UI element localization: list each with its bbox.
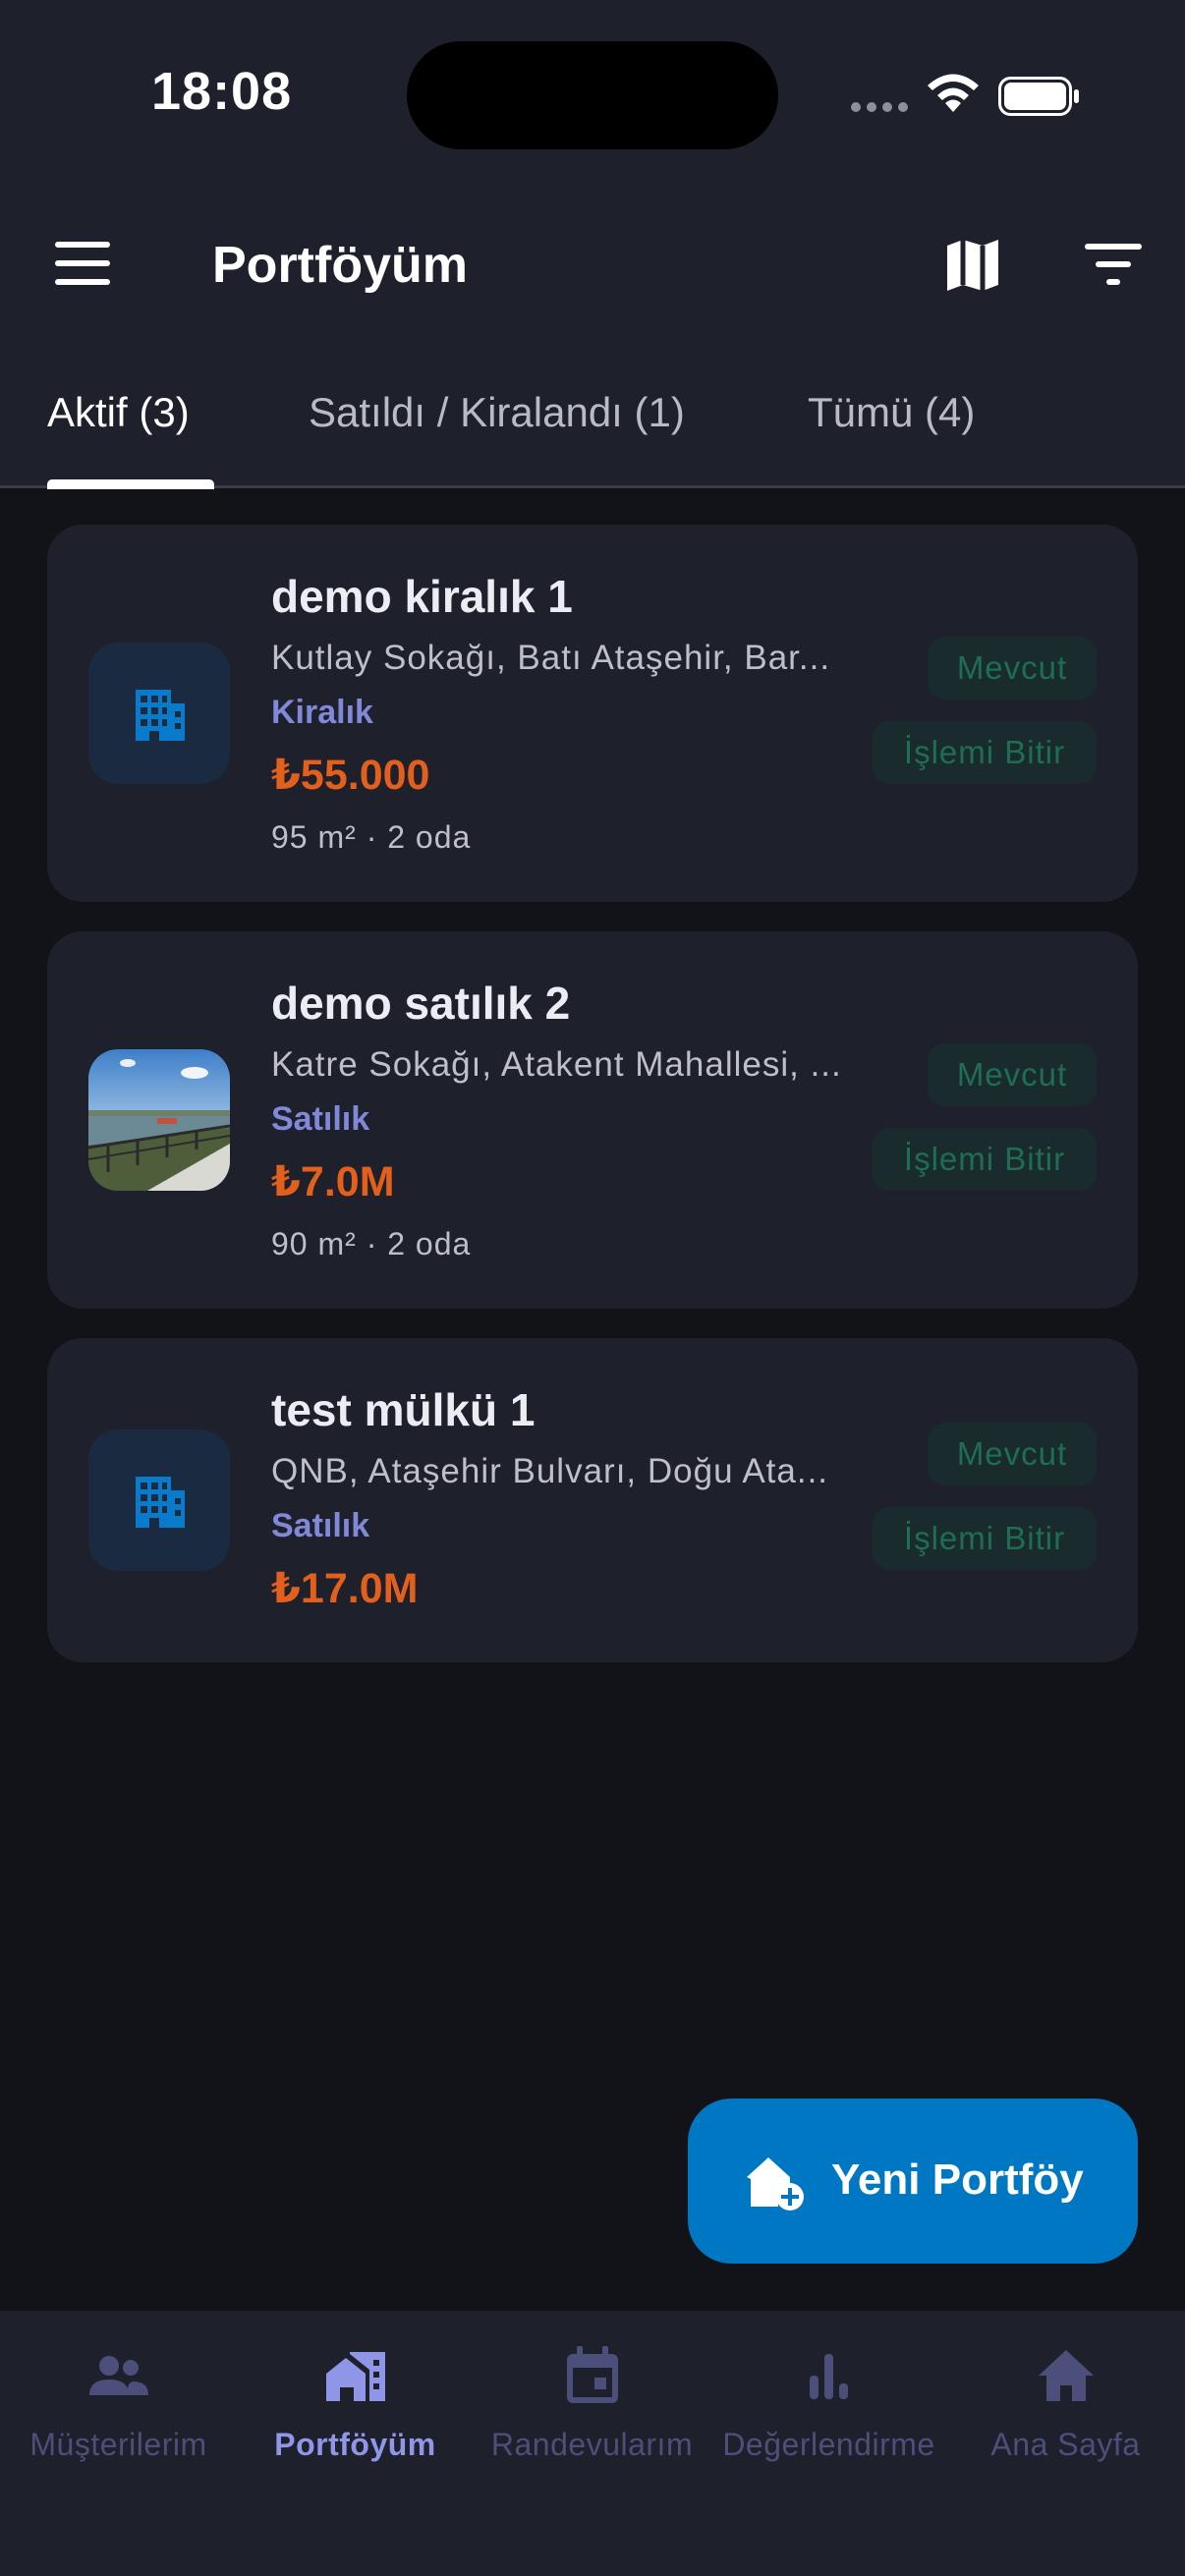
- property-title: demo satılık 2: [271, 978, 571, 1029]
- status-time: 18:08: [151, 62, 293, 121]
- calendar-icon: [566, 2346, 618, 2403]
- property-card[interactable]: test mülkü 1 QNB, Ataşehir Bulvarı, Doğu…: [47, 1338, 1138, 1662]
- status-badge: Mevcut: [928, 637, 1097, 700]
- property-type: Satılık: [271, 1507, 370, 1544]
- finish-deal-button[interactable]: İşlemi Bitir: [873, 1507, 1097, 1570]
- app-header: 18:08 Portföyüm Aktif (3) Satıldı / Kira…: [0, 0, 1185, 487]
- nav-randevularim[interactable]: Randevularım: [474, 2311, 710, 2468]
- tab-bar: Aktif (3) Satıldı / Kiralandı (1) Tümü (…: [0, 383, 1185, 487]
- property-price: ₺7.0M: [271, 1158, 395, 1205]
- add-home-icon: [747, 2157, 804, 2211]
- property-photo: [88, 1049, 230, 1191]
- property-card[interactable]: demo satılık 2 Katre Sokağı, Atakent Mah…: [47, 931, 1138, 1309]
- nav-label: Değerlendirme: [722, 2427, 935, 2462]
- building-icon: [136, 1477, 185, 1528]
- waterfront-photo: [88, 1049, 230, 1191]
- property-type: Kiralık: [271, 694, 373, 731]
- nav-ana-sayfa[interactable]: Ana Sayfa: [947, 2311, 1184, 2468]
- property-meta: 95 m² · 2 oda: [271, 819, 472, 855]
- menu-button[interactable]: [55, 242, 110, 285]
- portfolio-icon: [325, 2352, 385, 2401]
- map-icon[interactable]: [941, 234, 1004, 297]
- bottom-navigation: Müşterilerim Portföyüm Randevularım Değe…: [0, 2311, 1185, 2576]
- filter-icon[interactable]: [1085, 242, 1142, 287]
- tab-aktif[interactable]: Aktif (3): [47, 389, 190, 493]
- status-badge: Mevcut: [928, 1043, 1097, 1106]
- finish-deal-button[interactable]: İşlemi Bitir: [873, 1128, 1097, 1191]
- property-thumbnail: [88, 643, 230, 784]
- wifi-icon: [928, 74, 979, 112]
- property-type: Satılık: [271, 1100, 370, 1138]
- property-title: demo kiralık 1: [271, 571, 573, 622]
- property-thumbnail: [88, 1429, 230, 1571]
- building-icon: [136, 690, 185, 741]
- tab-satildi-kiralandi[interactable]: Satıldı / Kiralandı (1): [309, 389, 685, 493]
- property-meta: 90 m² · 2 oda: [271, 1226, 472, 1261]
- nav-label: Portföyüm: [274, 2427, 436, 2462]
- property-price: ₺17.0M: [271, 1565, 419, 1612]
- people-icon: [88, 2356, 148, 2395]
- tab-tumu[interactable]: Tümü (4): [808, 389, 975, 493]
- property-title: test mülkü 1: [271, 1384, 536, 1435]
- property-address: QNB, Ataşehir Bulvarı, Doğu Ata...: [271, 1452, 829, 1490]
- nav-portfoyum[interactable]: Portföyüm: [237, 2311, 474, 2468]
- nav-label: Müşterilerim: [29, 2427, 207, 2462]
- status-badge: Mevcut: [928, 1423, 1097, 1485]
- home-icon: [1038, 2350, 1094, 2401]
- property-price: ₺55.000: [271, 752, 430, 799]
- new-portfolio-button[interactable]: Yeni Portföy: [688, 2099, 1138, 2264]
- finish-deal-button[interactable]: İşlemi Bitir: [873, 721, 1097, 784]
- cellular-signal-icon: [851, 102, 908, 112]
- battery-icon: [998, 77, 1079, 116]
- nav-degerlendirme[interactable]: Değerlendirme: [710, 2311, 947, 2468]
- dynamic-island: [407, 41, 778, 149]
- property-address: Katre Sokağı, Atakent Mahallesi, ...: [271, 1045, 842, 1084]
- new-portfolio-label: Yeni Portföy: [831, 2156, 1084, 2204]
- bar-chart-icon: [809, 2354, 848, 2399]
- active-tab-indicator: [47, 479, 214, 489]
- nav-musterilerim[interactable]: Müşterilerim: [0, 2311, 237, 2468]
- property-address: Kutlay Sokağı, Batı Ataşehir, Bar...: [271, 639, 831, 677]
- property-card[interactable]: demo kiralık 1 Kutlay Sokağı, Batı Ataşe…: [47, 525, 1138, 902]
- page-title: Portföyüm: [212, 237, 468, 294]
- nav-label: Ana Sayfa: [990, 2427, 1141, 2462]
- nav-label: Randevularım: [490, 2427, 694, 2462]
